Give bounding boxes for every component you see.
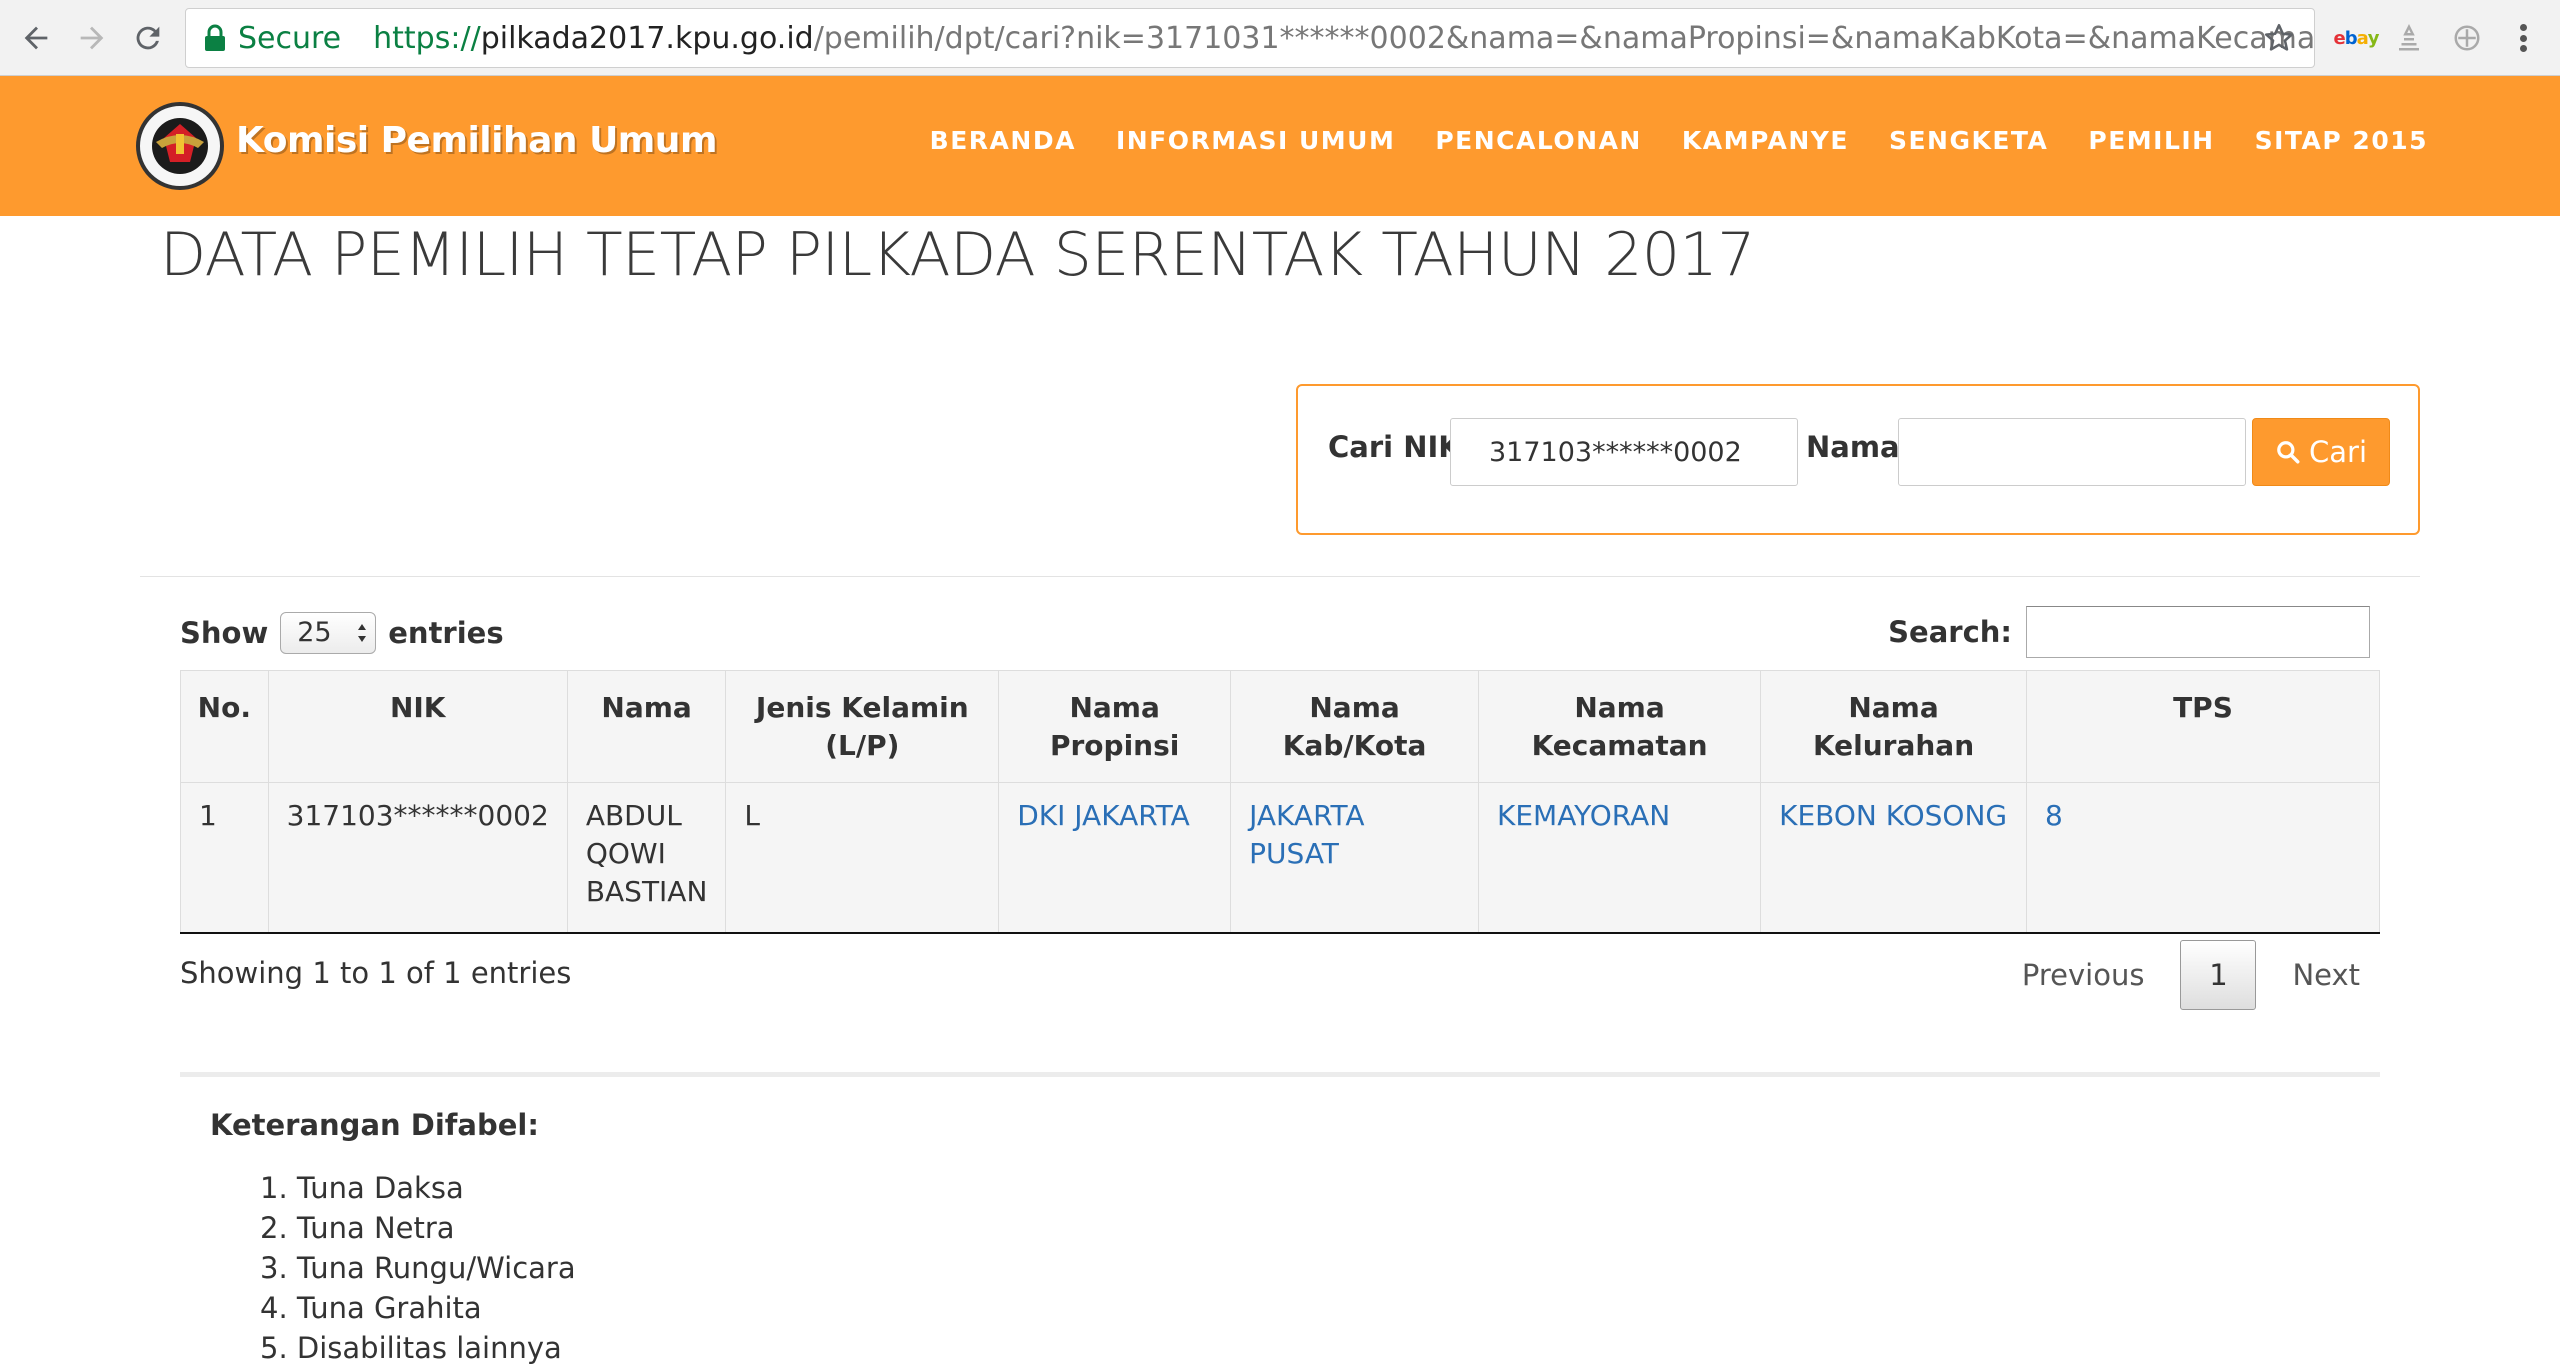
cell-kecamatan: KEMAYORAN [1477, 782, 1762, 934]
col-jenis-kelamin[interactable]: Jenis Kelamin (L/P) [725, 670, 1000, 783]
extension-move-icon[interactable] [2450, 22, 2484, 54]
reload-icon[interactable] [128, 18, 168, 58]
page-title: DATA PEMILIH TETAP PILKADA SERENTAK TAHU… [160, 220, 1755, 290]
list-item: 1. Tuna Daksa [260, 1171, 464, 1205]
section-divider [180, 1072, 2380, 1077]
table-row: 1 317103******0002 ABDUL QOWI BASTIAN L … [180, 782, 2381, 934]
pagination: Previous 1 Next [2022, 940, 2360, 1010]
nav-pencalonan[interactable]: PENCALONAN [1435, 126, 1642, 155]
kecamatan-link[interactable]: KEMAYORAN [1497, 799, 1670, 832]
list-item: 2. Tuna Netra [260, 1211, 455, 1245]
kabkota-link[interactable]: JAKARTA PUSAT [1249, 799, 1364, 870]
nik-input[interactable] [1450, 418, 1798, 486]
address-bar[interactable]: Secure https://pilkada2017.kpu.go.id/pem… [185, 8, 2315, 68]
site-header: Komisi Pemilihan Umum BERANDA INFORMASI … [0, 76, 2560, 216]
cell-nik: 317103******0002 [267, 782, 568, 934]
cell-nama: ABDUL QOWI BASTIAN [566, 782, 727, 934]
search-label: Search: [1888, 615, 2012, 649]
col-nik[interactable]: NIK [267, 670, 568, 783]
show-label: Show [180, 616, 269, 650]
table-info: Showing 1 to 1 of 1 entries [180, 956, 572, 990]
nav-sitap-2015[interactable]: SITAP 2015 [2255, 126, 2428, 155]
col-nama[interactable]: Nama [566, 670, 727, 783]
browser-toolbar: Secure https://pilkada2017.kpu.go.id/pem… [0, 0, 2560, 76]
ebay-extension-icon[interactable]: ebay [2334, 22, 2380, 54]
col-tps[interactable]: TPS [2025, 670, 2381, 783]
col-kecamatan[interactable]: Nama Kecamatan [1477, 670, 1762, 783]
cell-kelurahan: KEBON KOSONG [1760, 782, 2027, 934]
table-search-input[interactable] [2026, 606, 2370, 658]
keterangan-title: Keterangan Difabel: [210, 1108, 539, 1142]
nav-informasi-umum[interactable]: INFORMASI UMUM [1116, 126, 1395, 155]
nama-input[interactable] [1898, 418, 2246, 486]
table-search: Search: [1888, 606, 2370, 658]
search-form: Cari NIK Nama Cari [1296, 384, 2420, 535]
nav-sengketa[interactable]: SENGKETA [1889, 126, 2048, 155]
page-button-current[interactable]: 1 [2180, 940, 2257, 1010]
nav-kampanye[interactable]: KAMPANYE [1682, 126, 1849, 155]
kelurahan-link[interactable]: KEBON KOSONG [1779, 799, 2007, 832]
nama-label: Nama [1806, 430, 1900, 464]
propinsi-link[interactable]: DKI JAKARTA [1017, 799, 1190, 832]
cell-tps: 8 [2025, 782, 2381, 934]
nav-beranda[interactable]: BERANDA [930, 126, 1076, 155]
secure-label: Secure [238, 20, 342, 56]
cell-kabkota: JAKARTA PUSAT [1230, 782, 1479, 934]
search-icon [2277, 441, 2300, 464]
menu-icon[interactable] [2508, 20, 2538, 56]
cari-button[interactable]: Cari [2252, 418, 2390, 486]
list-item: 4. Tuna Grahita [260, 1291, 482, 1325]
star-icon[interactable] [2262, 21, 2296, 55]
cell-no: 1 [180, 782, 269, 934]
entries-label: entries [388, 616, 504, 650]
divider [140, 576, 2420, 577]
list-item: 3. Tuna Rungu/Wicara [260, 1251, 576, 1285]
keterangan-list: 1. Tuna Daksa 2. Tuna Netra 3. Tuna Rung… [260, 1168, 576, 1368]
extension-icon[interactable] [2392, 22, 2426, 54]
cari-button-label: Cari [2309, 435, 2367, 469]
col-kabkota[interactable]: Nama Kab/Kota [1230, 670, 1479, 783]
table-header-row: No. NIK Nama Jenis Kelamin (L/P) Nama Pr… [180, 670, 2381, 783]
site-name[interactable]: Komisi Pemilihan Umum [236, 120, 717, 161]
page-length-select[interactable]: 25 [280, 612, 377, 654]
lock-icon [204, 24, 226, 52]
cell-propinsi: DKI JAKARTA [998, 782, 1232, 934]
next-button[interactable]: Next [2292, 958, 2360, 992]
url-host: pilkada2017.kpu.go.id [480, 20, 814, 56]
list-item: 5. Disabilitas lainnya [260, 1331, 562, 1365]
col-kelurahan[interactable]: Nama Kelurahan [1760, 670, 2027, 783]
main-navigation: BERANDA INFORMASI UMUM PENCALONAN KAMPAN… [930, 126, 2428, 155]
url-path: /pemilih/dpt/cari?nik=3171031******0002&… [813, 20, 2315, 56]
select-arrows-icon [358, 624, 367, 642]
previous-button[interactable]: Previous [2022, 958, 2145, 992]
page-length-control: Show 25 entries [180, 612, 504, 654]
col-propinsi[interactable]: Nama Propinsi [998, 670, 1232, 783]
url-scheme: https:// [373, 20, 481, 56]
tps-link[interactable]: 8 [2045, 799, 2063, 832]
cell-jenis-kelamin: L [725, 782, 1000, 934]
back-icon[interactable] [16, 18, 56, 58]
nik-label: Cari NIK [1328, 430, 1461, 464]
kpu-logo[interactable] [136, 98, 224, 194]
page-length-value: 25 [297, 617, 332, 648]
col-no[interactable]: No. [180, 670, 269, 783]
voter-table: No. NIK Nama Jenis Kelamin (L/P) Nama Pr… [180, 670, 2381, 934]
nav-pemilih[interactable]: PEMILIH [2088, 126, 2214, 155]
forward-icon[interactable] [72, 18, 112, 58]
